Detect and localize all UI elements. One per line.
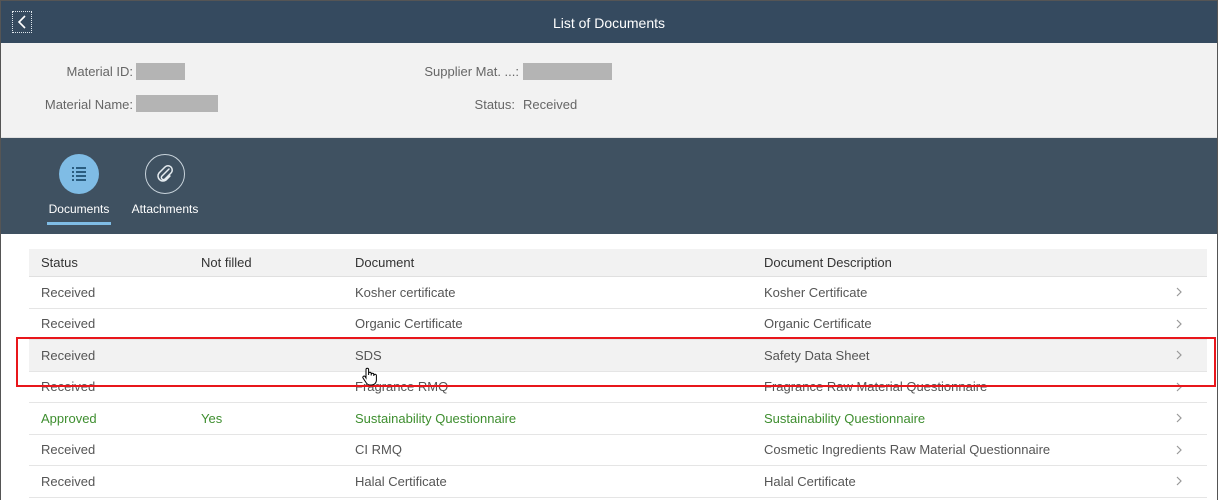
row-description: Sustainability Questionnaire: [764, 410, 926, 426]
row-status: Received: [41, 473, 96, 489]
row-status: Received: [41, 379, 96, 395]
table-row[interactable]: Received Halal Certificate Halal Certifi…: [29, 466, 1207, 498]
row-document: Sustainability Questionnaire: [355, 410, 517, 426]
row-document: Kosher certificate: [355, 284, 456, 300]
chevron-right-icon[interactable]: [1175, 318, 1187, 330]
row-description: Halal Certificate: [764, 473, 856, 489]
chevron-right-icon[interactable]: [1175, 475, 1187, 487]
row-not-filled: Yes: [201, 410, 223, 426]
row-document: Halal Certificate: [355, 473, 447, 489]
row-description: Safety Data Sheet: [764, 347, 870, 363]
hand-cursor-icon: [362, 367, 377, 386]
shell-bar: List of Documents: [1, 1, 1217, 43]
column-header-status[interactable]: Status: [41, 255, 78, 270]
row-description: Kosher Certificate: [764, 284, 868, 300]
icon-tab-bar: Documents Attachments: [1, 138, 1217, 234]
material-id-value-redacted: [136, 63, 185, 80]
table-row[interactable]: Approved Yes Sustainability Questionnair…: [29, 403, 1207, 435]
chevron-right-icon[interactable]: [1175, 381, 1187, 393]
column-header-document-description[interactable]: Document Description: [764, 255, 892, 270]
table-row[interactable]: Received SDS Safety Data Sheet: [29, 340, 1207, 372]
supplier-mat-value-redacted: [523, 63, 612, 80]
row-status: Approved: [41, 410, 97, 426]
column-header-not-filled[interactable]: Not filled: [201, 255, 252, 270]
documents-table: Status Not filled Document Document Desc…: [29, 249, 1207, 498]
material-name-value-redacted: [136, 95, 218, 112]
object-header: Material ID: Material Name: Supplier Mat…: [1, 43, 1217, 138]
chevron-right-icon[interactable]: [1175, 286, 1187, 298]
chevron-right-icon[interactable]: [1175, 412, 1187, 424]
row-document: CI RMQ: [355, 442, 402, 458]
table-row[interactable]: Received Organic Certificate Organic Cer…: [29, 309, 1207, 340]
material-name-label: Material Name:: [44, 97, 133, 112]
chevron-right-icon[interactable]: [1175, 444, 1187, 456]
table-header-row: Status Not filled Document Document Desc…: [29, 249, 1207, 277]
row-document: Organic Certificate: [355, 316, 463, 332]
table-row[interactable]: Received Fragrance RMQ Fragrance Raw Mat…: [29, 372, 1207, 403]
row-status: Received: [41, 284, 96, 300]
tab-attachments-label: Attachments: [131, 202, 199, 216]
row-description: Organic Certificate: [764, 316, 872, 332]
row-description: Fragrance Raw Material Questionnaire: [764, 379, 988, 395]
row-document: SDS: [355, 347, 382, 363]
tab-documents[interactable]: Documents: [34, 154, 124, 225]
paperclip-icon: [145, 154, 185, 194]
row-status: Received: [41, 316, 96, 332]
supplier-mat-label: Supplier Mat. ...:: [424, 64, 519, 79]
list-icon: [59, 154, 99, 194]
status-value: Received: [523, 97, 578, 112]
column-header-document[interactable]: Document: [355, 255, 414, 270]
tab-attachments[interactable]: Attachments: [120, 154, 210, 222]
status-label: Status:: [474, 97, 515, 112]
page-title: List of Documents: [552, 15, 666, 31]
table-row[interactable]: Received Kosher certificate Kosher Certi…: [29, 277, 1207, 309]
row-status: Received: [41, 442, 96, 458]
row-status: Received: [41, 347, 96, 363]
tab-documents-label: Documents: [46, 202, 112, 225]
row-description: Cosmetic Ingredients Raw Material Questi…: [764, 442, 1051, 458]
material-id-label: Material ID:: [66, 64, 133, 79]
table-row[interactable]: Received CI RMQ Cosmetic Ingredients Raw…: [29, 435, 1207, 466]
app-window: List of Documents Material ID: Material …: [0, 0, 1218, 500]
chevron-right-icon[interactable]: [1175, 349, 1187, 361]
